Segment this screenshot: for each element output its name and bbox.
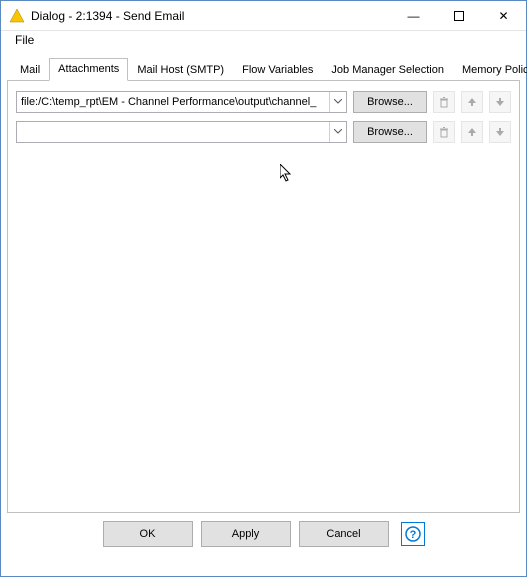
chevron-down-icon [334,99,342,105]
attachment-row: Browse... [16,121,511,143]
svg-text:?: ? [409,529,416,541]
browse-button[interactable]: Browse... [353,91,427,113]
file-path-input[interactable] [17,122,329,142]
attachment-row: Browse... [16,91,511,113]
dialog-footer: OK Apply Cancel ? [7,513,520,557]
window-title: Dialog - 2:1394 - Send Email [31,9,391,23]
tab-attachments[interactable]: Attachments [49,58,128,81]
cancel-button[interactable]: Cancel [299,521,389,547]
arrow-down-icon [495,127,505,137]
dropdown-button[interactable] [329,92,346,112]
file-path-combo[interactable] [16,121,347,143]
trash-icon [438,96,450,108]
file-path-input[interactable] [17,92,329,112]
help-icon: ? [405,526,421,542]
file-path-combo[interactable] [16,91,347,113]
titlebar: Dialog - 2:1394 - Send Email — ✕ [1,1,526,31]
move-up-button[interactable] [461,91,483,113]
tab-flow-variables[interactable]: Flow Variables [233,59,322,81]
apply-button[interactable]: Apply [201,521,291,547]
menubar: File [1,31,526,51]
arrow-up-icon [467,97,477,107]
chevron-down-icon [334,129,342,135]
close-icon: ✕ [498,9,508,23]
menu-file[interactable]: File [9,31,40,49]
help-button[interactable]: ? [401,522,425,546]
dropdown-button[interactable] [329,122,346,142]
content: Mail Attachments Mail Host (SMTP) Flow V… [1,51,526,563]
trash-icon [438,126,450,138]
delete-button[interactable] [433,121,455,143]
move-up-button[interactable] [461,121,483,143]
move-down-button[interactable] [489,91,511,113]
browse-button[interactable]: Browse... [353,121,427,143]
ok-button[interactable]: OK [103,521,193,547]
minimize-icon: — [408,9,420,23]
tab-strip: Mail Attachments Mail Host (SMTP) Flow V… [7,57,520,81]
tab-mailhost[interactable]: Mail Host (SMTP) [128,59,233,81]
tab-job-manager[interactable]: Job Manager Selection [322,59,453,81]
close-button[interactable]: ✕ [481,1,526,31]
move-down-button[interactable] [489,121,511,143]
maximize-icon [454,11,464,21]
app-icon [9,8,25,24]
arrow-down-icon [495,97,505,107]
minimize-button[interactable]: — [391,1,436,31]
tab-memory-policy[interactable]: Memory Policy [453,59,527,81]
maximize-button[interactable] [436,1,481,31]
arrow-up-icon [467,127,477,137]
tab-mail[interactable]: Mail [11,59,49,81]
attachments-panel: Browse... Browse... [7,81,520,513]
delete-button[interactable] [433,91,455,113]
